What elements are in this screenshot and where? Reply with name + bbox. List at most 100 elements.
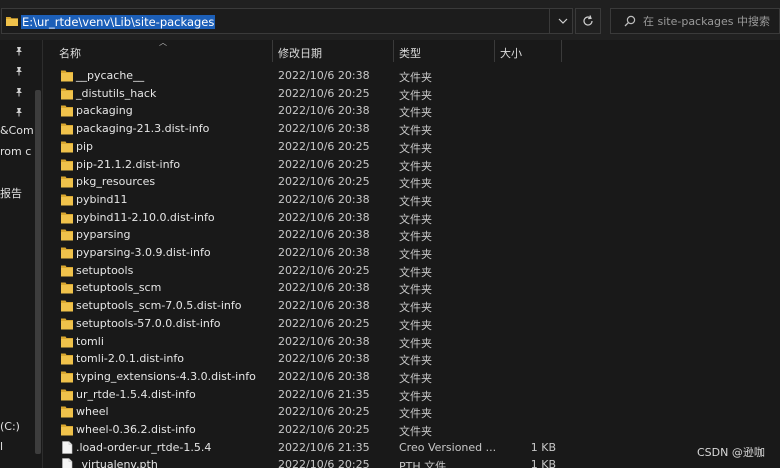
folder-icon [61,212,73,224]
folder-icon [61,194,73,206]
search-box[interactable] [610,8,780,34]
file-type: 文件夹 [399,106,432,120]
nav-item-label[interactable]: &Com [0,124,34,137]
file-modified: 2022/10/6 20:25 [278,316,370,330]
file-row[interactable]: __pycache__ 2022/10/6 20:38 文件夹 [43,67,743,85]
file-modified: 2022/10/6 20:38 [278,281,370,295]
file-row[interactable]: tomli 2022/10/6 20:38 文件夹 [43,333,743,351]
file-row[interactable]: pip-21.1.2.dist-info 2022/10/6 20:25 文件夹 [43,156,743,174]
sort-ascending-icon: ︿ [159,40,167,47]
file-modified: 2022/10/6 20:38 [278,122,370,136]
file-row[interactable]: packaging 2022/10/6 20:38 文件夹 [43,102,743,120]
address-bar[interactable]: E:\ur_rtde\venv\Lib\site-packages [1,8,573,34]
file-row[interactable]: setuptools-57.0.0.dist-info 2022/10/6 20:… [43,315,743,333]
nav-item-label[interactable]: l [0,440,3,453]
refresh-icon [583,15,593,26]
file-row[interactable]: pip 2022/10/6 20:25 文件夹 [43,138,743,156]
file-modified: 2022/10/6 20:25 [278,139,370,153]
column-separator[interactable] [494,40,495,62]
file-row[interactable]: .load-order-ur_rtde-1.5.4 2022/10/6 21:35… [43,439,743,457]
file-type: Creo Versioned ... [399,440,497,454]
file-row[interactable]: setuptools 2022/10/6 20:25 文件夹 [43,262,743,280]
file-size: 1 KB [530,458,556,468]
file-modified: 2022/10/6 20:38 [278,246,370,259]
file-row[interactable]: pyparsing 2022/10/6 20:38 文件夹 [43,226,743,244]
refresh-button[interactable] [575,8,601,34]
folder-icon [61,70,73,82]
file-name: pyparsing-3.0.9.dist-info [76,246,211,259]
folder-icon [61,159,73,170]
column-header-size[interactable]: 大小 [500,45,522,61]
file-modified: 2022/10/6 20:38 [278,210,370,224]
folder-icon [6,17,18,26]
navigation-pane: &Com rom c 报告 (C:) l [0,40,43,468]
file-modified: 2022/10/6 20:38 [278,352,370,366]
pin-icon[interactable] [14,46,24,56]
file-name: pip [76,139,94,153]
file-type: 文件夹 [399,248,432,261]
column-header-type[interactable]: 类型 [399,45,421,61]
file-modified: 2022/10/6 20:25 [278,423,370,436]
file-row[interactable]: tomli-2.0.1.dist-info 2022/10/6 20:38 文件夹 [43,350,743,368]
file-modified: 2022/10/6 20:25 [278,263,370,277]
file-type: 文件夹 [399,389,432,403]
watermark: CSDN @逊咖 [697,446,765,459]
file-type: 文件夹 [399,177,432,191]
pin-icon[interactable] [14,66,24,76]
file-row[interactable]: packaging-21.3.dist-info 2022/10/6 20:38 文… [43,120,743,138]
file-row[interactable]: setuptools_scm-7.0.5.dist-info 2022/10/6 … [43,297,743,315]
file-name: packaging-21.3.dist-info [76,122,210,136]
file-name: pybind11-2.10.0.dist-info [76,210,215,224]
file-type: 文件夹 [399,194,432,208]
file-modified: 2022/10/6 20:38 [278,334,370,348]
file-row[interactable]: ur_rtde-1.5.4.dist-info 2022/10/6 21:35 文件… [43,386,743,404]
column-separator[interactable] [272,40,273,62]
file-row[interactable]: pybind11-2.10.0.dist-info 2022/10/6 20:38… [43,209,743,227]
folder-icon [61,318,73,330]
file-name: ur_rtde-1.5.4.dist-info [76,387,196,401]
file-row[interactable]: pyparsing-3.0.9.dist-info 2022/10/6 20:38… [43,244,743,262]
file-name: wheel [76,405,109,419]
file-name: tomli [76,334,104,348]
search-input[interactable] [643,13,777,29]
folder-icon [61,371,73,383]
pin-icon[interactable] [14,107,24,117]
nav-item-label[interactable]: 报告 [0,185,22,201]
file-type: 文件夹 [399,265,432,279]
folder-icon [61,424,73,436]
file-name: tomli-2.0.1.dist-info [76,352,185,366]
chevron-down-icon [558,18,567,24]
file-modified: 2022/10/6 20:25 [278,86,370,100]
nav-item-label[interactable]: rom c [0,145,31,158]
column-separator[interactable] [561,40,562,62]
address-toolbar: E:\ur_rtde\venv\Lib\site-packages [0,0,780,40]
folder-icon [61,247,73,259]
file-row[interactable]: pybind11 2022/10/6 20:38 文件夹 [43,191,743,209]
file-name: .load-order-ur_rtde-1.5.4 [76,440,212,454]
address-dropdown-button[interactable] [549,9,575,33]
file-type: 文件夹 [399,159,432,173]
file-type: 文件夹 [399,230,432,244]
nav-item-label[interactable]: (C:) [0,420,20,433]
file-name: pkg_resources [76,175,156,189]
column-header-modified[interactable]: 修改日期 [278,45,322,61]
file-row[interactable]: pkg_resources 2022/10/6 20:25 文件夹 [43,173,743,191]
file-type: 文件夹 [399,141,432,155]
file-name: setuptools-57.0.0.dist-info [76,316,221,330]
address-path[interactable]: E:\ur_rtde\venv\Lib\site-packages [21,15,216,29]
file-size: 1 KB [530,440,556,454]
file-modified: 2022/10/6 20:38 [278,299,370,313]
file-row[interactable]: typing_extensions-4.3.0.dist-info 2022/10… [43,368,743,386]
file-row[interactable]: wheel 2022/10/6 20:25 文件夹 [43,403,743,421]
file-row[interactable]: _virtualenv.pth 2022/10/6 20:25 PTH 文件 1 KB [43,456,743,468]
pin-icon[interactable] [14,87,24,97]
file-icon [62,458,73,468]
nav-scrollbar[interactable] [35,90,41,454]
file-type: 文件夹 [399,283,432,297]
column-separator[interactable] [393,40,394,62]
file-row[interactable]: _distutils_hack 2022/10/6 20:25 文件夹 [43,85,743,103]
column-header-name[interactable]: 名称 [59,45,81,61]
file-row[interactable]: setuptools_scm 2022/10/6 20:38 文件夹 [43,279,743,297]
file-name: pyparsing [76,228,131,242]
file-row[interactable]: wheel-0.36.2.dist-info 2022/10/6 20:25 文件夹 [43,421,743,439]
